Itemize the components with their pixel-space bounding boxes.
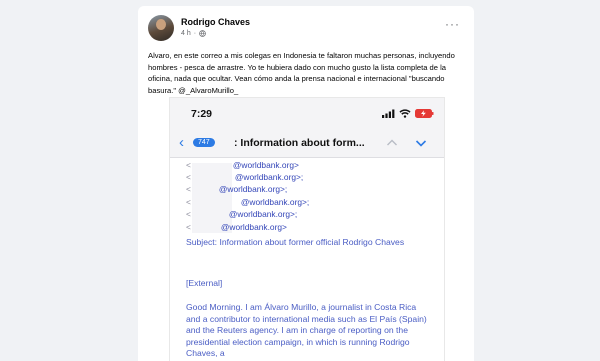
post-header: Rodrigo Chaves 4 h · ··· [148, 15, 464, 43]
email-screenshot: 7:29 ‹ 747: Information about form... <… [169, 97, 445, 361]
status-time: 7:29 [191, 108, 213, 120]
wifi-icon [399, 109, 411, 118]
unread-count-badge[interactable]: 747 [193, 138, 215, 147]
chevron-up-icon[interactable] [386, 137, 398, 149]
status-icons [382, 109, 434, 118]
recipient-row[interactable]: < @worldbank.org>; [186, 209, 297, 219]
author-avatar[interactable] [148, 15, 174, 41]
author-name[interactable]: Rodrigo Chaves [181, 17, 250, 27]
external-tag: [External] [186, 278, 223, 288]
mail-subject-line: Subject: Information about former offici… [186, 237, 405, 247]
battery-charging-icon [415, 109, 434, 118]
meta-separator: · [193, 30, 197, 37]
post-text: Alvaro, en este correo a mis colegas en … [148, 51, 455, 95]
mail-body-paragraph: Good Morning. I am Álvaro Murillo, a jou… [186, 302, 427, 359]
mail-subject-header: : Information about form... [234, 137, 365, 149]
recipient-row[interactable]: < @worldbank.org>; [186, 172, 303, 182]
back-chevron-icon[interactable]: ‹ [179, 135, 184, 151]
facebook-post-card: Rodrigo Chaves 4 h · ··· Alvaro, en este… [138, 6, 474, 361]
recipient-row[interactable]: < @worldbank.org> [186, 160, 299, 170]
globe-icon [199, 30, 206, 37]
phone-header: 7:29 ‹ 747: Information about form... [170, 98, 444, 158]
more-options-icon[interactable]: ··· [445, 18, 460, 30]
signal-icon [382, 109, 395, 118]
recipient-row[interactable]: < @worldbank.org>; [186, 197, 309, 207]
recipient-row[interactable]: < @worldbank.org> [186, 222, 287, 232]
post-meta: 4 h · [181, 30, 206, 37]
chevron-down-icon[interactable] [415, 137, 427, 149]
recipient-row[interactable]: < @worldbank.org>; [186, 184, 287, 194]
post-timestamp[interactable]: 4 h [181, 30, 191, 37]
mail-nav-bar: ‹ 747 : Information about form... [170, 134, 444, 154]
